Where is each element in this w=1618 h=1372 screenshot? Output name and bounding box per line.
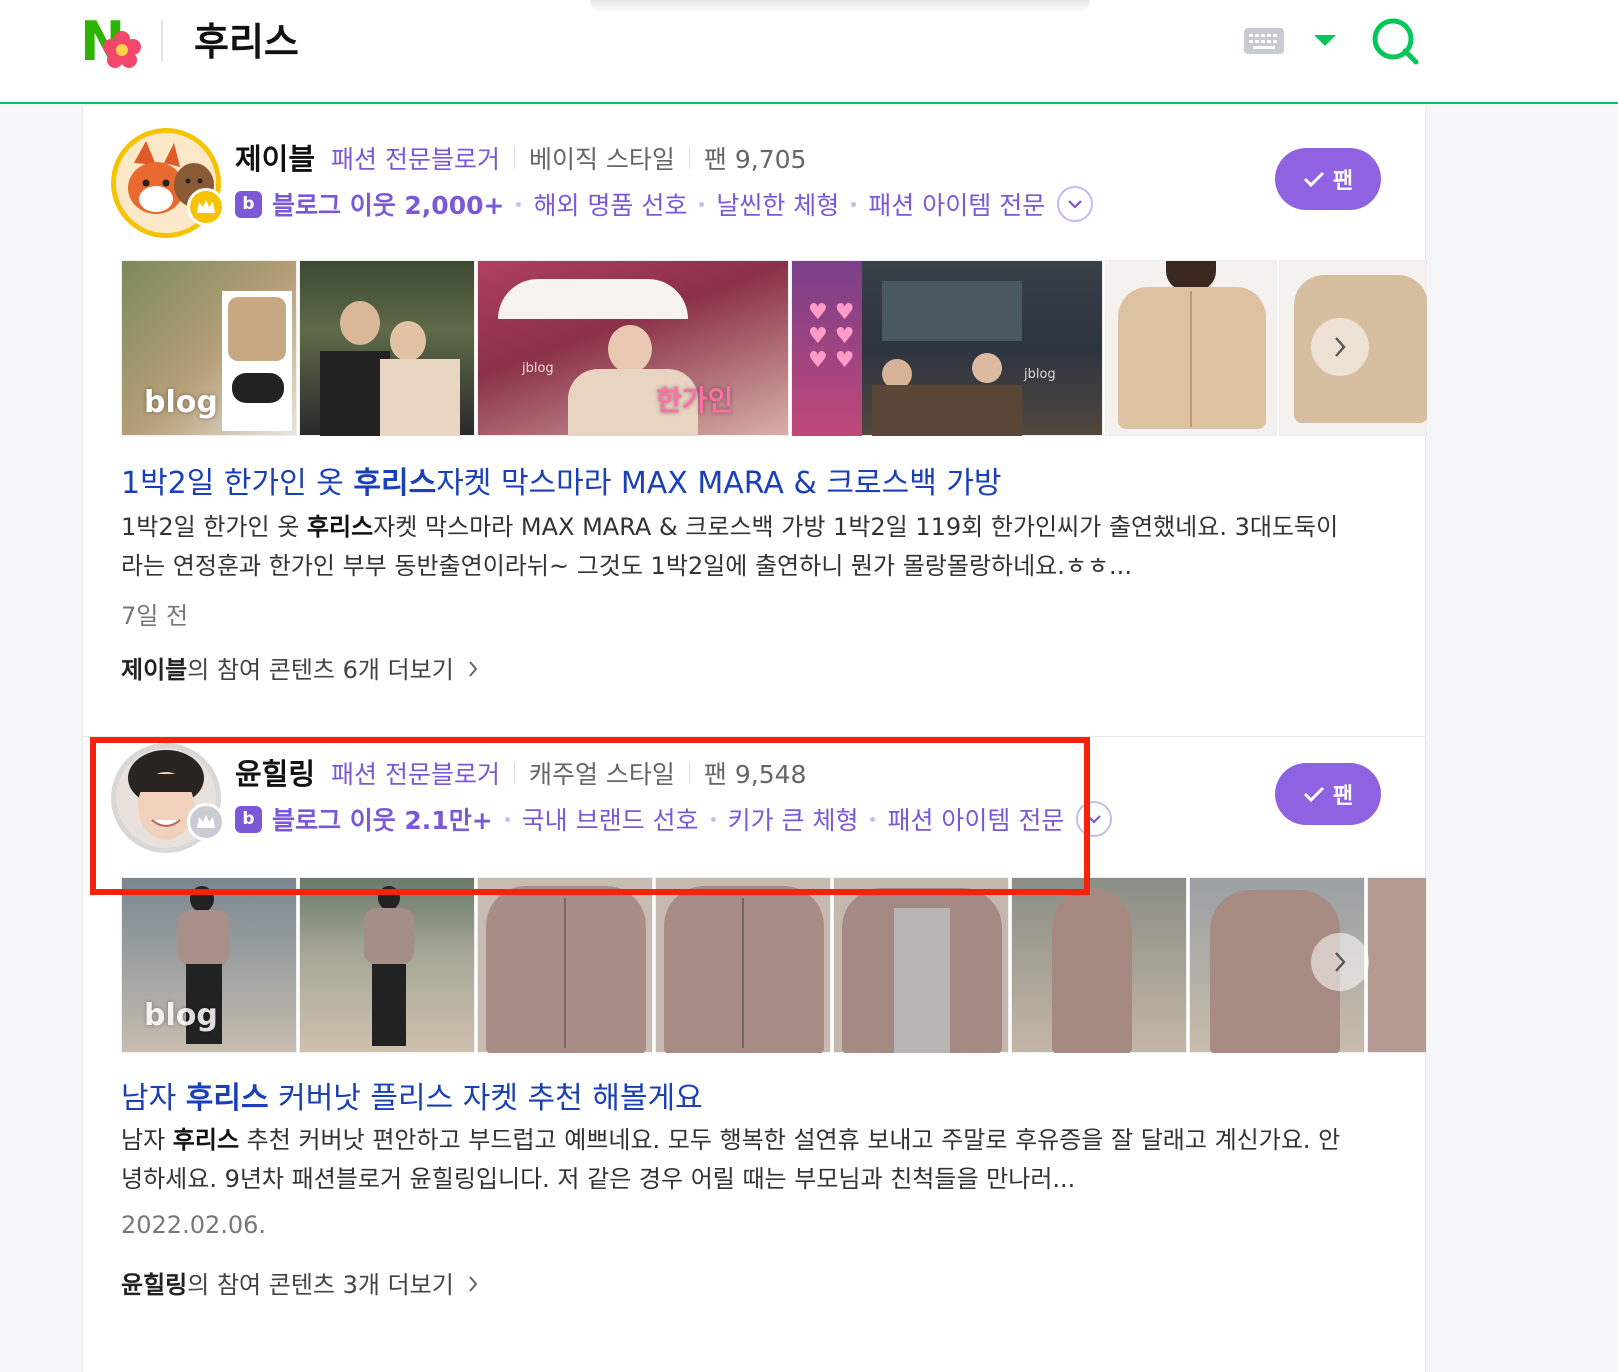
keyboard-icon[interactable]	[1244, 28, 1284, 54]
snippet-text: 1박2일 한가인 옷	[121, 513, 307, 541]
tag-item[interactable]: 패션 아이템 전문	[868, 186, 1045, 222]
thumbnail[interactable]	[299, 877, 475, 1053]
meta-divider	[513, 147, 515, 169]
thumbnail[interactable]	[1011, 877, 1187, 1053]
thumbnail-strip: blog 한가인 jblog ♥ ♥ ♥ ♥ ♥ ♥ jblog	[121, 260, 1427, 436]
header-divider	[161, 20, 163, 62]
watermark: jblog	[1024, 367, 1056, 382]
watermark: jblog	[522, 361, 554, 376]
more-contents-link[interactable]: 제이블의 참여 콘텐츠 6개 더보기	[121, 650, 479, 685]
title-keyword: 후리스	[353, 466, 437, 501]
top-shadow	[590, 0, 1090, 14]
thumbnail[interactable]: blog	[121, 877, 297, 1053]
author-meta: 패션 전문블로거 베이직 스타일 팬 9,705	[331, 140, 806, 176]
title-keyword: 후리스	[185, 1081, 269, 1116]
result-snippet: 남자 후리스 추천 커버낫 편안하고 부드럽고 예쁘네요. 모두 행복한 설연휴…	[121, 1121, 1351, 1199]
tag-item[interactable]: 해외 명품 선호	[533, 186, 687, 222]
fan-button-label: 팬	[1332, 784, 1354, 809]
tag-dot	[851, 201, 857, 207]
author-category[interactable]: 패션 전문블로거	[331, 140, 500, 176]
highlight-box	[90, 737, 1090, 895]
tag-dot	[699, 201, 705, 207]
thumbnail[interactable]	[477, 877, 653, 1053]
blog-b-icon: b	[235, 190, 262, 218]
blog-watermark: blog	[144, 385, 218, 420]
search-icon[interactable]	[1370, 16, 1422, 68]
thumbnail-caption: 한가인	[656, 384, 734, 417]
top-bar: N 후리스	[0, 0, 1618, 104]
more-contents-link[interactable]: 윤힐링의 참여 콘텐츠 3개 더보기	[121, 1265, 479, 1300]
chevron-right-icon	[469, 661, 478, 677]
thumbnail[interactable]	[655, 877, 831, 1053]
blog-watermark: blog	[144, 998, 218, 1033]
result-title[interactable]: 1박2일 한가인 옷 후리스자켓 막스마라 MAX MARA & 크로스백 가방	[121, 458, 1002, 502]
naver-logo[interactable]: N	[80, 14, 142, 70]
neighbor-count[interactable]: 블로그 이웃 2,000+	[272, 186, 504, 222]
chevron-right-icon	[1335, 337, 1346, 357]
thumbnail[interactable]: 한가인 jblog	[477, 260, 789, 436]
more-text: 의 참여 콘텐츠 3개 더보기	[187, 1271, 454, 1299]
snippet-text: 남자	[121, 1126, 173, 1154]
thumbnail-strip: blog	[121, 877, 1427, 1053]
chevron-right-icon	[1335, 952, 1346, 972]
fan-button[interactable]: 팬	[1275, 148, 1381, 210]
title-text: 남자	[121, 1081, 186, 1116]
more-text: 의 참여 콘텐츠 6개 더보기	[187, 656, 454, 684]
fan-button-label: 팬	[1332, 169, 1354, 194]
result-date: 2022.02.06.	[121, 1211, 267, 1239]
thumbnail[interactable]	[833, 877, 1009, 1053]
next-arrow-button[interactable]	[1311, 318, 1369, 376]
crown-badge-icon	[187, 188, 225, 226]
flower-icon	[103, 31, 141, 68]
thumbnail[interactable]	[1367, 877, 1427, 1053]
author-name[interactable]: 제이블	[235, 136, 315, 178]
result-snippet: 1박2일 한가인 옷 후리스자켓 막스마라 MAX MARA & 크로스백 가방…	[121, 508, 1351, 586]
thumbnail[interactable]	[299, 260, 475, 436]
more-author: 제이블	[121, 656, 188, 684]
thumbnail[interactable]: blog	[121, 260, 297, 436]
result-date: 7일 전	[121, 602, 189, 630]
title-text: 자켓 막스마라 MAX MARA & 크로스백 가방	[436, 466, 1002, 501]
snippet-text: 추천 커버낫 편안하고 부드럽고 예쁘네요. 모두 행복한 설연휴 보내고 주말…	[121, 1126, 1341, 1193]
result-card: 제이블 패션 전문블로거 베이직 스타일 팬 9,705 b 블로그 이웃 2,…	[82, 106, 1427, 736]
thumbnail[interactable]	[1105, 260, 1277, 436]
title-text: 커버낫 플리스 자켓 추천 해볼게요	[268, 1081, 703, 1116]
snippet-keyword: 후리스	[306, 513, 374, 541]
meta-divider	[688, 147, 690, 169]
tag-item[interactable]: 날씬한 체형	[716, 186, 839, 222]
chevron-right-icon	[469, 1276, 478, 1292]
expand-chevron-icon[interactable]	[1057, 186, 1094, 222]
author-style: 베이직 스타일	[528, 145, 675, 174]
more-author: 윤힐링	[121, 1271, 188, 1299]
fan-button[interactable]: 팬	[1275, 763, 1381, 825]
title-text: 1박2일 한가인 옷	[121, 466, 354, 501]
dropdown-caret-icon[interactable]	[1314, 35, 1336, 46]
check-icon	[1303, 786, 1324, 803]
thumbnail[interactable]: ♥ ♥ ♥ ♥ ♥ ♥ jblog	[791, 260, 1103, 436]
search-query[interactable]: 후리스	[194, 14, 299, 70]
fan-count: 팬 9,705	[703, 145, 807, 174]
result-title[interactable]: 남자 후리스 커버낫 플리스 자켓 추천 해볼게요	[121, 1073, 703, 1117]
check-icon	[1303, 171, 1324, 188]
tag-dot	[516, 201, 522, 207]
next-arrow-button[interactable]	[1311, 933, 1369, 991]
snippet-keyword: 후리스	[172, 1126, 240, 1154]
author-tags: b 블로그 이웃 2,000+ 해외 명품 선호 날씬한 체형 패션 아이템 전…	[235, 186, 1094, 222]
